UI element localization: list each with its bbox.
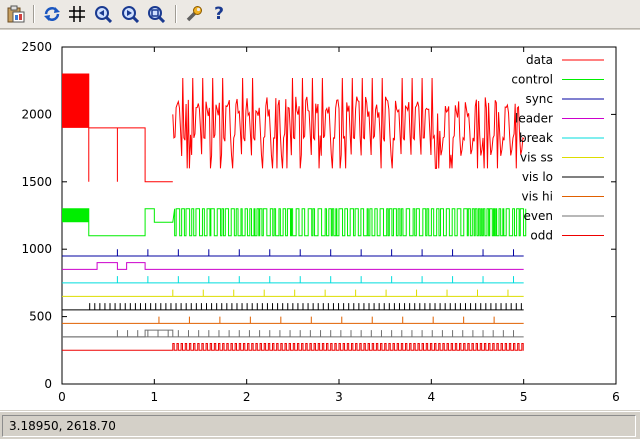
legend-label: odd bbox=[530, 229, 553, 243]
series-odd bbox=[62, 343, 524, 351]
x-tick-label: 0 bbox=[58, 390, 66, 404]
y-tick-label: 1500 bbox=[21, 175, 52, 189]
zoom-prev-button[interactable] bbox=[93, 4, 113, 24]
plot-area[interactable]: 0 500 1000 1500 2000 2500 0 1 2 3 4 5 6 data control sy… bbox=[0, 30, 640, 410]
legend-label: vis hi bbox=[522, 190, 553, 204]
cursor-coordinates: 3.18950, 2618.70 bbox=[2, 415, 636, 437]
series-vis-ss bbox=[62, 289, 524, 297]
series-break bbox=[62, 276, 524, 284]
series-vis-hi bbox=[62, 316, 524, 324]
status-bar: 3.18950, 2618.70 bbox=[0, 411, 640, 439]
x-tick-label: 3 bbox=[335, 390, 343, 404]
x-tick-label: 6 bbox=[612, 390, 620, 404]
unzoom-button[interactable] bbox=[146, 4, 166, 24]
legend-label: control bbox=[511, 73, 553, 87]
toolbar: ? bbox=[0, 0, 640, 29]
y-tick-label: 0 bbox=[44, 377, 52, 391]
x-tick-label: 2 bbox=[243, 390, 251, 404]
series-data-block bbox=[62, 73, 89, 128]
help-button[interactable]: ? bbox=[209, 4, 229, 24]
grid-button[interactable] bbox=[67, 4, 87, 24]
series-sync bbox=[62, 249, 524, 257]
series-even bbox=[62, 330, 524, 338]
series-control bbox=[62, 208, 527, 237]
y-tick-label: 500 bbox=[29, 310, 52, 324]
y-tick-label: 2500 bbox=[21, 40, 52, 54]
y-tick-label: 2000 bbox=[21, 107, 52, 121]
x-tick-label: 4 bbox=[428, 390, 436, 404]
unzoom-icon bbox=[148, 6, 165, 23]
legend-label: vis lo bbox=[522, 170, 553, 184]
replot-icon bbox=[44, 7, 60, 21]
legend-label: leader bbox=[515, 112, 553, 126]
grid-icon bbox=[69, 6, 85, 22]
legend-label: sync bbox=[525, 92, 553, 106]
copy-clipboard-button[interactable] bbox=[6, 4, 26, 24]
legend-label: even bbox=[524, 209, 553, 223]
zoom-next-button[interactable] bbox=[120, 4, 140, 24]
series-data bbox=[62, 73, 525, 183]
config-button[interactable] bbox=[184, 4, 204, 24]
legend-label: data bbox=[526, 53, 553, 67]
clipboard-icon bbox=[7, 5, 25, 23]
chart: 0 500 1000 1500 2000 2500 0 1 2 3 4 5 6 data control sy… bbox=[21, 40, 620, 404]
legend-label: vis ss bbox=[520, 151, 553, 165]
wrench-icon bbox=[186, 6, 202, 22]
zoom-previous-icon bbox=[95, 6, 112, 23]
series-control-block bbox=[62, 208, 89, 223]
help-icon: ? bbox=[214, 4, 224, 24]
x-tick-label: 5 bbox=[520, 390, 528, 404]
x-tick-label: 1 bbox=[151, 390, 159, 404]
toolbar-separator bbox=[175, 5, 177, 23]
series-vis-lo bbox=[62, 303, 524, 311]
legend-label: break bbox=[519, 131, 553, 145]
y-tick-label: 1000 bbox=[21, 242, 52, 256]
zoom-next-icon bbox=[122, 6, 139, 23]
replot-button[interactable] bbox=[42, 4, 62, 24]
series-leader bbox=[62, 262, 524, 270]
toolbar-separator bbox=[33, 5, 35, 23]
